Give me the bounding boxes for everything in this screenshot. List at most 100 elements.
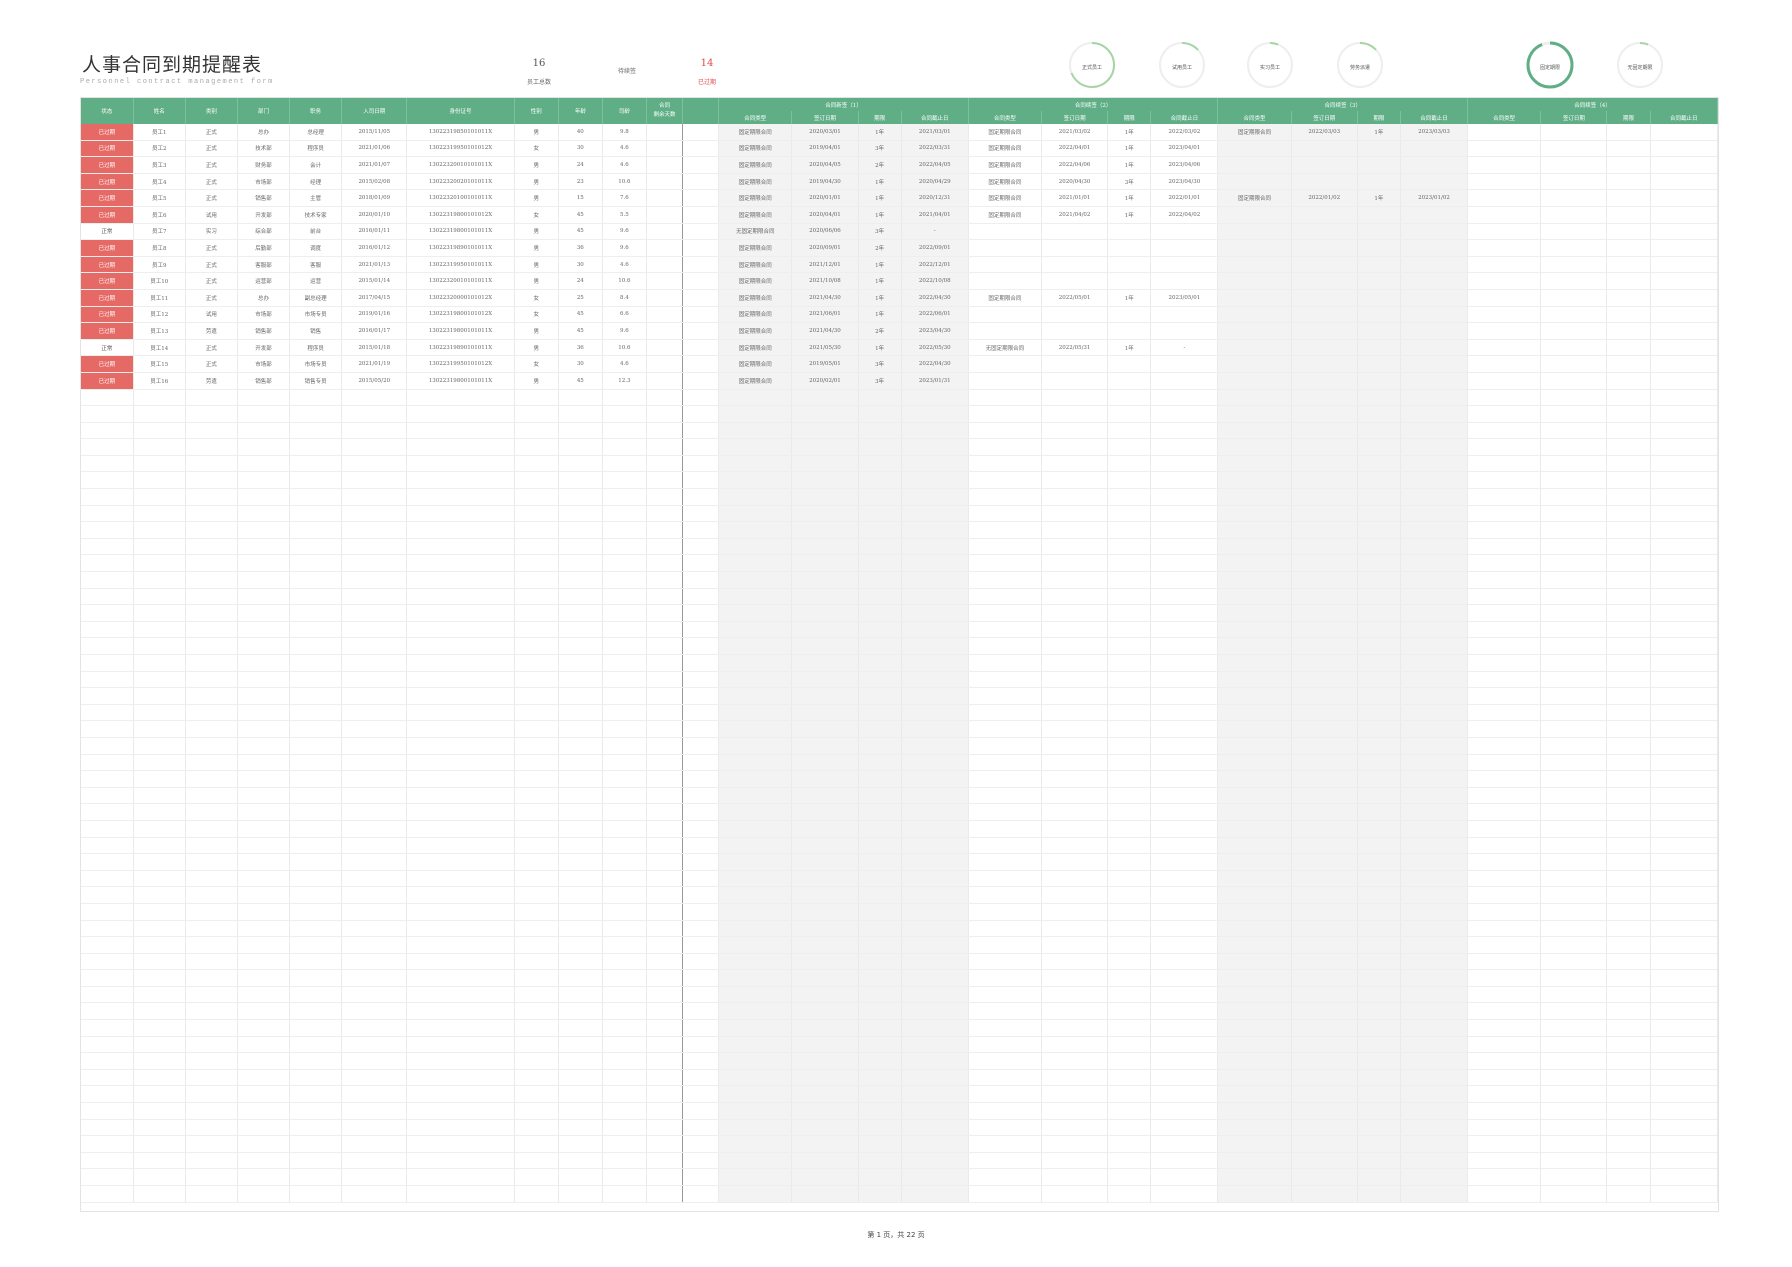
cell-type <box>185 737 238 755</box>
cell-contract-3-1 <box>1291 554 1358 573</box>
table-row <box>81 389 1719 407</box>
cell-dept <box>237 455 291 473</box>
cell-contract-2-0 <box>968 604 1043 622</box>
cell-days <box>646 969 684 987</box>
cell-contract-2-0 <box>968 754 1043 772</box>
cell-contract-3-0 <box>1217 920 1292 938</box>
cell-ten: 7.6 <box>602 189 647 207</box>
cell-sex: 女 <box>514 306 559 324</box>
cell-days <box>646 438 684 456</box>
cell-join: 2021/01/07 <box>341 156 408 174</box>
cell-contract-1-3 <box>901 1002 969 1021</box>
cell-contract-4-2 <box>1606 538 1651 556</box>
cell-contract-1-3 <box>901 505 969 523</box>
cell-contract-4-0 <box>1467 588 1542 606</box>
cell-type <box>185 787 238 805</box>
cell-contract-2-2 <box>1107 322 1152 340</box>
cell-contract-2-2 <box>1107 372 1152 390</box>
cell-days <box>646 820 684 838</box>
cell-status <box>81 455 134 473</box>
cell-contract-3-1 <box>1291 936 1358 954</box>
cell-contract-1-0 <box>718 621 793 639</box>
cell-id <box>406 405 515 423</box>
cell-contract-1-3 <box>901 837 969 855</box>
cell-spacer <box>682 1119 720 1137</box>
cell-contract-2-1 <box>1041 1135 1109 1153</box>
cell-age <box>558 1119 603 1137</box>
cell-join: 2021/01/19 <box>341 355 408 373</box>
cell-contract-2-3 <box>1150 455 1219 473</box>
group-contract-3: 合同续签（3） <box>1217 98 1469 111</box>
table-row <box>81 720 1719 738</box>
cell-contract-3-2 <box>1357 521 1401 539</box>
cell-contract-3-2 <box>1357 289 1401 307</box>
cell-contract-3-0 <box>1217 355 1292 373</box>
cell-contract-3-0 <box>1217 637 1292 655</box>
cell-contract-4-3 <box>1650 1019 1719 1037</box>
cell-contract-3-2 <box>1357 671 1401 689</box>
cell-sex <box>514 1069 559 1087</box>
cell-contract-3-3 <box>1400 223 1469 241</box>
cell-contract-4-1 <box>1540 1119 1608 1137</box>
cell-sex: 男 <box>514 339 559 357</box>
cell-id <box>406 953 515 971</box>
cell-name <box>133 986 186 1004</box>
cell-contract-3-2 <box>1357 637 1401 655</box>
cell-type <box>185 604 238 622</box>
cell-name <box>133 422 186 440</box>
cell-contract-2-2 <box>1107 438 1152 456</box>
cell-contract-3-0 <box>1217 471 1292 490</box>
cell-name <box>133 1152 186 1170</box>
subheader-c1-1: 签订日期 <box>791 111 859 124</box>
cell-contract-2-0 <box>968 306 1043 324</box>
cell-contract-4-3 <box>1650 903 1719 921</box>
cell-contract-1-1 <box>791 870 859 888</box>
cell-dept <box>237 538 291 556</box>
cell-contract-2-3 <box>1150 870 1219 888</box>
table-row <box>81 1135 1719 1153</box>
cell-contract-2-3: 2022/04/02 <box>1150 206 1219 224</box>
cell-contract-2-2 <box>1107 671 1152 689</box>
cell-dept <box>237 787 291 805</box>
cell-contract-3-0 <box>1217 372 1292 390</box>
cell-contract-2-1 <box>1041 903 1109 921</box>
cell-contract-3-0 <box>1217 455 1292 473</box>
cell-dept <box>237 1036 291 1054</box>
cell-days <box>646 355 684 373</box>
cell-contract-4-3 <box>1650 754 1719 772</box>
cell-age <box>558 405 603 423</box>
cell-contract-3-1 <box>1291 1152 1358 1170</box>
cell-pos <box>289 571 343 589</box>
cell-contract-1-1 <box>791 936 859 954</box>
cell-contract-4-0 <box>1467 1002 1542 1021</box>
cell-contract-1-0 <box>718 422 793 440</box>
ring-indicator: 实习员工 <box>1245 40 1295 90</box>
cell-dept <box>237 903 291 921</box>
cell-contract-2-2 <box>1107 1135 1152 1153</box>
cell-contract-3-3 <box>1400 737 1469 755</box>
cell-contract-2-0 <box>968 405 1043 423</box>
cell-days <box>646 936 684 954</box>
cell-contract-2-2 <box>1107 538 1152 556</box>
cell-dept: 总办 <box>237 124 291 141</box>
cell-contract-4-3 <box>1650 803 1719 821</box>
cell-contract-2-1 <box>1041 554 1109 573</box>
subheader-c2-1: 签订日期 <box>1041 111 1109 124</box>
cell-contract-3-2 <box>1357 471 1401 490</box>
cell-contract-1-1 <box>791 969 859 987</box>
cell-contract-3-2 <box>1357 339 1401 357</box>
cell-contract-2-0 <box>968 1052 1043 1070</box>
cell-contract-4-1 <box>1540 1185 1608 1203</box>
cell-ten <box>602 1135 647 1153</box>
cell-id <box>406 1052 515 1070</box>
cell-sex <box>514 538 559 556</box>
cell-spacer <box>682 355 720 373</box>
cell-spacer <box>682 870 720 888</box>
cell-contract-3-2 <box>1357 538 1401 556</box>
cell-type: 劳遣 <box>185 322 238 340</box>
cell-contract-1-1 <box>791 754 859 772</box>
cell-contract-2-3 <box>1150 1069 1219 1087</box>
cell-pos <box>289 1185 343 1203</box>
cell-contract-1-3 <box>901 1185 969 1203</box>
cell-contract-2-2 <box>1107 803 1152 821</box>
